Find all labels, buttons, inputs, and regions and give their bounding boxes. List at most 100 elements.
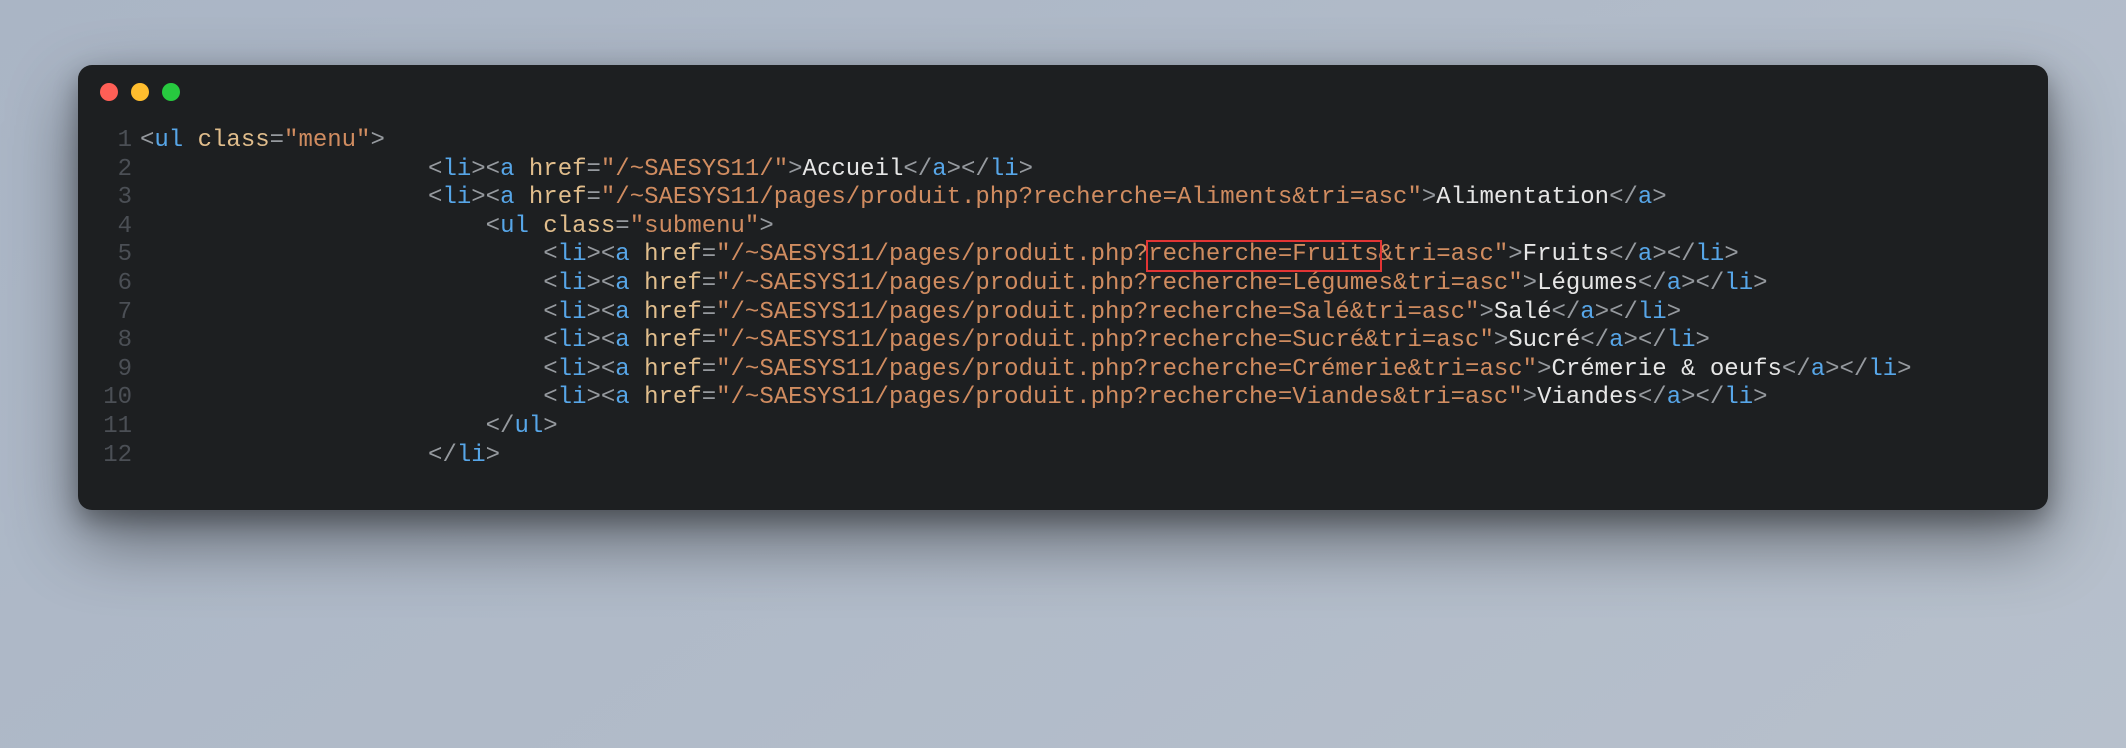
code-line[interactable]: <li><a href="/~SAESYS11/pages/produit.ph… <box>140 327 2048 356</box>
code-token: a <box>1811 356 1825 383</box>
code-line[interactable]: <li><a href="/~SAESYS11/pages/produit.ph… <box>140 356 2048 385</box>
minimize-icon[interactable] <box>131 83 149 101</box>
code-token: ></ <box>1595 299 1638 326</box>
code-token: a <box>1638 184 1652 211</box>
code-token: a <box>1609 327 1623 354</box>
code-token: Sucré <box>1508 327 1580 354</box>
code-token: ul <box>514 413 543 440</box>
code-token: li <box>442 156 471 183</box>
code-line[interactable]: <li><a href="/~SAESYS11/pages/produit.ph… <box>140 270 2048 299</box>
code-token: class <box>543 213 615 240</box>
code-token: = <box>702 270 716 297</box>
code-line[interactable]: <ul class="menu"> <box>140 127 2048 156</box>
code-token: > <box>1494 327 1508 354</box>
code-line[interactable]: </ul> <box>140 413 2048 442</box>
code-token: li <box>1724 384 1753 411</box>
window-titlebar <box>78 65 2048 119</box>
code-line[interactable]: <ul class="submenu"> <box>140 213 2048 242</box>
code-token: href <box>644 356 702 383</box>
code-token: href <box>644 270 702 297</box>
code-token: li <box>990 156 1019 183</box>
code-token: a <box>615 384 644 411</box>
code-token: > <box>370 127 384 154</box>
code-token: href <box>644 384 702 411</box>
code-token: > <box>1753 270 1767 297</box>
code-token: </ <box>1609 184 1638 211</box>
code-token: >< <box>586 270 615 297</box>
code-token: "/~SAESYS11/pages/produit.php? <box>716 241 1148 268</box>
code-token: a <box>1667 270 1681 297</box>
code-token: < <box>428 156 442 183</box>
code-token: > <box>1667 299 1681 326</box>
code-token: = <box>702 356 716 383</box>
code-token: </ <box>1638 384 1667 411</box>
code-token: a <box>500 156 529 183</box>
code-token: > <box>1508 241 1522 268</box>
code-token: < <box>428 184 442 211</box>
code-token: = <box>615 213 629 240</box>
code-token: > <box>543 413 557 440</box>
code-token: > <box>486 442 500 469</box>
line-number: 8 <box>78 327 132 356</box>
code-token: < <box>543 356 557 383</box>
code-token: </ <box>1782 356 1811 383</box>
code-token: a <box>615 241 644 268</box>
code-token: = <box>587 156 601 183</box>
code-token: "menu" <box>284 127 370 154</box>
code-token: a <box>932 156 946 183</box>
line-number: 9 <box>78 356 132 385</box>
code-token: a <box>1638 241 1652 268</box>
line-number: 1 <box>78 127 132 156</box>
code-token: = <box>270 127 284 154</box>
code-token: class <box>198 127 270 154</box>
code-token: >< <box>586 299 615 326</box>
line-number: 3 <box>78 184 132 213</box>
code-token: li <box>558 270 587 297</box>
code-line[interactable]: </li> <box>140 442 2048 471</box>
code-token: > <box>1523 270 1537 297</box>
code-token: > <box>1724 241 1738 268</box>
code-token: </ <box>1638 270 1667 297</box>
code-token: "/~SAESYS11/" <box>601 156 788 183</box>
code-token: a <box>500 184 529 211</box>
code-token: = <box>702 384 716 411</box>
code-token: > <box>1753 384 1767 411</box>
code-token: a <box>615 299 644 326</box>
code-token: < <box>486 213 500 240</box>
code-token: </ <box>428 442 457 469</box>
code-line[interactable]: <li><a href="/~SAESYS11/pages/produit.ph… <box>140 299 2048 328</box>
close-icon[interactable] <box>100 83 118 101</box>
code-token: > <box>1019 156 1033 183</box>
code-line[interactable]: <li><a href="/~SAESYS11/">Accueil</a></l… <box>140 156 2048 185</box>
code-token: li <box>1868 356 1897 383</box>
code-line[interactable]: <li><a href="/~SAESYS11/pages/produit.ph… <box>140 241 2048 270</box>
code-token: a <box>615 356 644 383</box>
line-number: 12 <box>78 442 132 471</box>
code-token: ></ <box>947 156 990 183</box>
code-editor[interactable]: 123456789101112 <ul class="menu"> <li><a… <box>78 119 2048 470</box>
line-number: 2 <box>78 156 132 185</box>
code-token: ></ <box>1652 241 1695 268</box>
line-number: 4 <box>78 213 132 242</box>
code-token: "/~SAESYS11/pages/produit.php?recherche=… <box>716 327 1494 354</box>
code-token: </ <box>1580 327 1609 354</box>
code-token: >< <box>471 184 500 211</box>
code-token: href <box>644 241 702 268</box>
code-token: ></ <box>1825 356 1868 383</box>
code-token: Accueil <box>803 156 904 183</box>
zoom-icon[interactable] <box>162 83 180 101</box>
code-token: < <box>543 241 557 268</box>
code-token: "/~SAESYS11/pages/produit.php?recherche=… <box>716 384 1523 411</box>
code-token: li <box>558 356 587 383</box>
code-token: </ <box>903 156 932 183</box>
code-token: > <box>1523 384 1537 411</box>
code-token: ul <box>500 213 543 240</box>
code-window: 123456789101112 <ul class="menu"> <li><a… <box>78 65 2048 510</box>
code-token: = <box>587 184 601 211</box>
code-line[interactable]: <li><a href="/~SAESYS11/pages/produit.ph… <box>140 384 2048 413</box>
code-token: > <box>1479 299 1493 326</box>
code-token: a <box>615 327 644 354</box>
code-content[interactable]: <ul class="menu"> <li><a href="/~SAESYS1… <box>140 127 2048 470</box>
code-token: Légumes <box>1537 270 1638 297</box>
code-line[interactable]: <li><a href="/~SAESYS11/pages/produit.ph… <box>140 184 2048 213</box>
